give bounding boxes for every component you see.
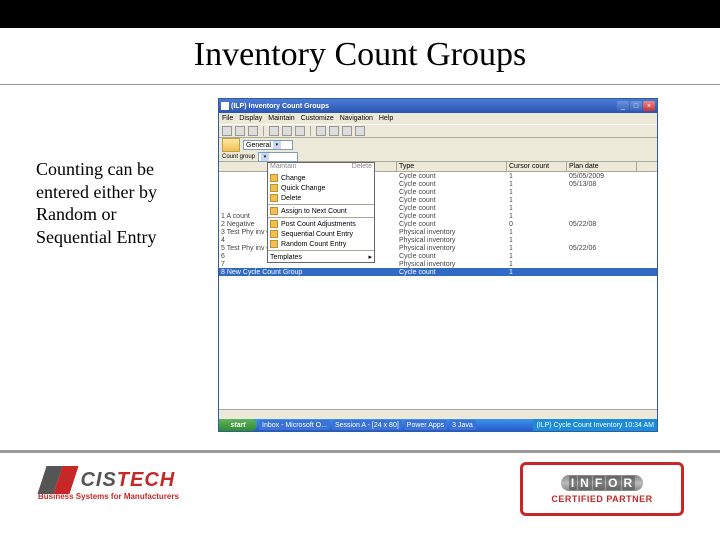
menu-templates[interactable]: Templates ▸ [268,252,374,262]
menu-maintain[interactable]: Maintain [268,115,294,122]
general-dropdown[interactable]: General ▾ [243,140,293,150]
toolbar-icon[interactable] [355,126,365,136]
menu-change[interactable]: Change [268,173,374,183]
col-type[interactable]: Type [397,162,507,171]
menu-delete[interactable]: Delete [268,193,374,203]
start-button[interactable]: start [219,419,257,431]
divider [0,84,720,85]
toolbar-icon[interactable] [316,126,326,136]
menu-file[interactable]: File [222,115,233,122]
maintain-dropdown: Maintain Delete Change Quick Change Dele… [267,162,375,263]
separator [310,126,311,136]
toolbar-icon[interactable] [342,126,352,136]
statusbar [219,409,657,419]
cistech-logo: CISTECH Business Systems for Manufacture… [36,466,206,516]
seq-icon [270,230,278,238]
system-tray[interactable]: (ILP) Cycle Count Inventory 10:34 AM [533,419,657,431]
menu-separator [268,204,374,205]
list-area: Type Cursor count Plan date Cycle count1… [219,162,657,422]
general-label: General [246,142,271,149]
toolbar-icon[interactable] [222,126,232,136]
menu-display[interactable]: Display [239,115,262,122]
slide-title: Inventory Count Groups [0,36,720,74]
slide-bottom-bar [0,450,720,453]
quick-change-icon [270,184,278,192]
sub-toolbar: General ▾ [219,138,657,152]
taskbar: start Inbox - Microsoft O... Session A -… [219,419,657,431]
task-button[interactable]: Inbox - Microsoft O... [259,420,330,430]
task-button[interactable]: 3 Java [449,420,476,430]
toolbar-icon[interactable] [248,126,258,136]
menu-seq-entry[interactable]: Sequential Count Entry [268,229,374,239]
menu-label: Assign to Next Count [281,208,347,215]
tray-app: (ILP) Cycle Count Inventory [536,422,622,429]
slide-top-bar [0,0,720,28]
window-title: (ILP) Inventory Count Groups [231,103,616,110]
infor-pill: INFOR [561,475,643,491]
menu-label: Change [281,175,306,182]
chevron-down-icon: ▾ [261,153,269,161]
menu-assign-next[interactable]: Assign to Next Count [268,206,374,216]
menu-label: Sequential Count Entry [281,231,353,238]
task-button[interactable]: Session A - [24 x 80] [332,420,402,430]
menubar: File Display Maintain Customize Navigati… [219,113,657,124]
menu-post-adjust[interactable]: Post Count Adjustments [268,219,374,229]
separator [263,126,264,136]
menu-navigation[interactable]: Navigation [340,115,373,122]
menu-label: Templates [270,254,302,261]
filter-bar: Count group ▾ [219,152,657,162]
slide-body-text: Counting can be entered either by Random… [36,158,176,248]
assign-icon [270,207,278,215]
minimize-button[interactable]: _ [617,101,629,111]
tray-time: 10:34 AM [624,422,654,429]
random-icon [270,240,278,248]
count-group-dropdown[interactable]: ▾ [258,152,298,162]
table-row[interactable]: 8 New Cycle Count GroupCycle count1 [219,268,657,276]
dropdown-header-right: Delete [352,163,372,173]
logo-text-b: TECH [117,469,175,491]
toolbar-icon[interactable] [269,126,279,136]
col-plan[interactable]: Plan date [567,162,637,171]
post-icon [270,220,278,228]
app-window: (ILP) Inventory Count Groups _ □ × File … [218,98,658,432]
menu-quick-change[interactable]: Quick Change [268,183,374,193]
dropdown-header-left: Maintain [270,163,296,173]
infor-logo: INFOR CERTIFIED PARTNER [520,462,684,516]
titlebar[interactable]: (ILP) Inventory Count Groups _ □ × [219,99,657,113]
task-button[interactable]: Power Apps [404,420,447,430]
chevron-down-icon: ▾ [273,141,281,149]
toolbar-icon[interactable] [329,126,339,136]
logo-text-a: CIS [80,469,116,491]
menu-help[interactable]: Help [379,115,393,122]
maximize-button[interactable]: □ [630,101,642,111]
menu-label: Delete [281,195,301,202]
menu-separator [268,217,374,218]
menu-label: Post Count Adjustments [281,221,356,228]
toolbar-icon[interactable] [235,126,245,136]
menu-label: Quick Change [281,185,325,192]
card-icon[interactable] [222,138,240,152]
menu-separator [268,250,374,251]
toolbar-icon[interactable] [295,126,305,136]
toolbar [219,124,657,138]
change-icon [270,174,278,182]
toolbar-icon[interactable] [282,126,292,136]
menu-label: Random Count Entry [281,241,346,248]
menu-customize[interactable]: Customize [301,115,334,122]
chevron-right-icon: ▸ [368,253,372,261]
delete-icon [270,194,278,202]
col-cursor[interactable]: Cursor count [507,162,567,171]
infor-sub: CERTIFIED PARTNER [551,494,652,504]
count-group-label: Count group [222,154,255,160]
menu-random-entry[interactable]: Random Count Entry [268,239,374,249]
close-button[interactable]: × [643,101,655,111]
app-icon [221,102,229,110]
dropdown-header: Maintain Delete [268,163,374,173]
